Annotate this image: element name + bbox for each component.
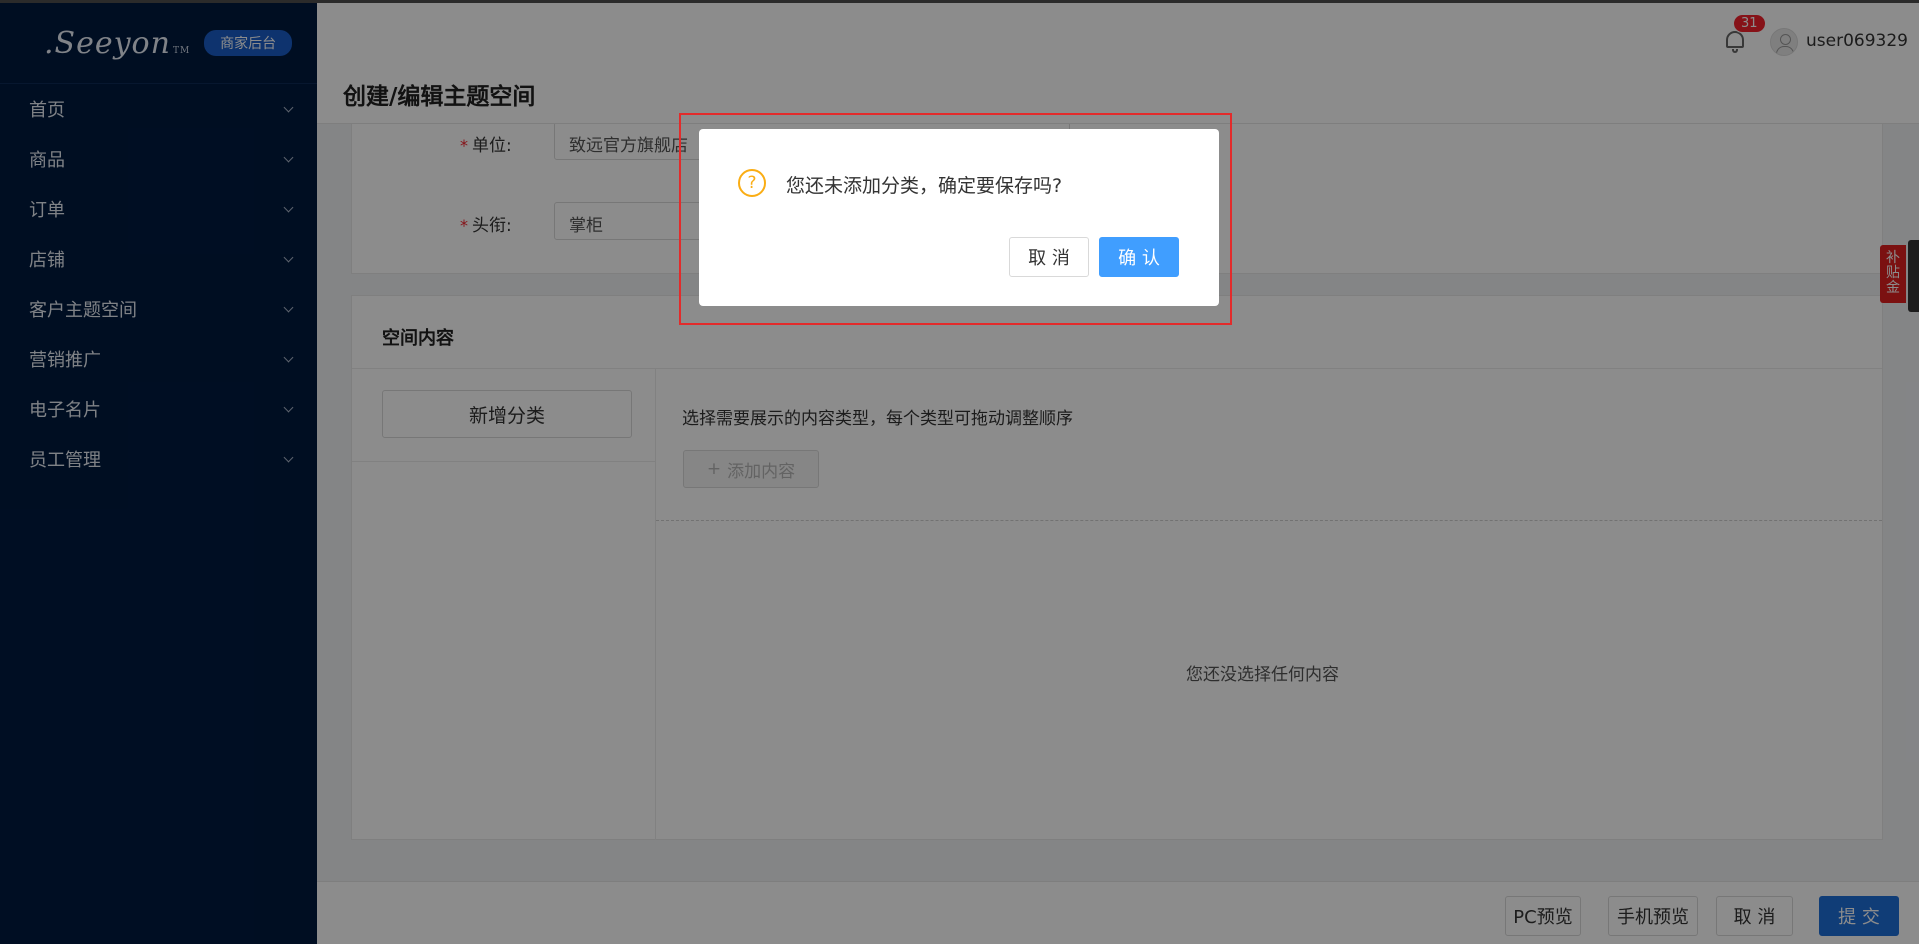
dialog-cancel-button[interactable]: 取 消 xyxy=(1009,237,1089,277)
dialog-message: 您还未添加分类，确定要保存吗? xyxy=(786,175,1063,197)
dialog-confirm-button[interactable]: 确 认 xyxy=(1099,237,1179,277)
question-icon: ? xyxy=(738,169,766,197)
confirm-dialog: ? 您还未添加分类，确定要保存吗? 取 消 确 认 xyxy=(699,129,1219,306)
